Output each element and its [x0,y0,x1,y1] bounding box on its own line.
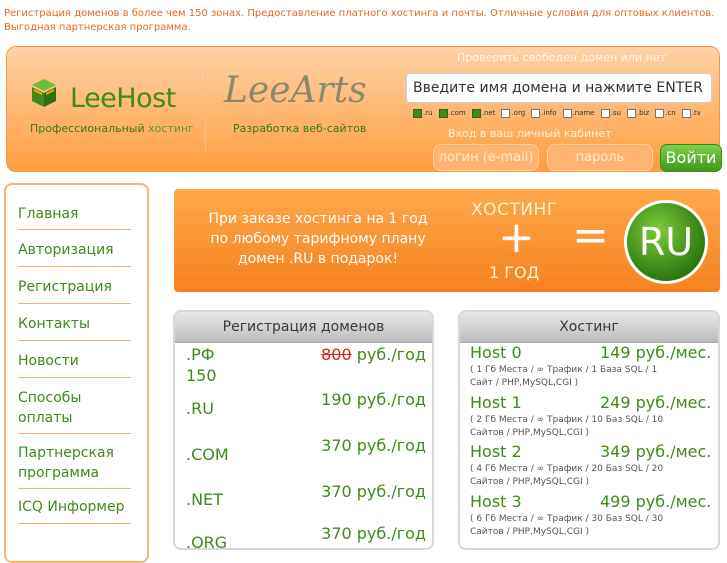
zone-option[interactable]: .org [501,108,525,119]
checkbox-icon[interactable] [438,108,448,118]
domain-name-ru[interactable]: .RU [186,399,214,418]
domain-old-price: 800 [321,345,352,364]
host-plan-name[interactable]: Host 2 [470,442,522,461]
host-plan-name[interactable]: Host 3 [470,492,522,511]
ru-ball-icon: RU [624,200,708,284]
domain-name-rf[interactable]: .РФ [186,345,215,364]
nav-item-home[interactable]: Главная [18,204,130,224]
domain-price-unit: руб./год [356,345,426,364]
login-input[interactable]: логин (e-mail) [433,144,539,171]
zone-label: .su [610,109,621,117]
domain-rf-extra: 150 [186,366,217,385]
zone-option[interactable]: .tv [681,108,701,119]
zone-label: .com [448,109,466,117]
host-plan-price: 149 руб./мес. [600,343,712,362]
checkbox-icon[interactable] [501,108,511,118]
zone-option[interactable]: .cn [655,108,676,119]
partner-logo[interactable]: LeeArts [224,70,367,111]
domain-search-input[interactable]: Введите имя домена и нажмите ENTER [406,73,712,103]
zone-label: .net [481,109,496,117]
domain-price-org: 370 руб./год [321,524,426,543]
login-label: Вход в ваш личный кабинет [448,127,612,140]
domain-price-net: 370 руб./год [321,482,426,501]
checkbox-icon[interactable] [681,108,691,118]
cube-logo-icon [32,79,56,107]
nav-item-news[interactable]: Новости [18,351,130,371]
site-tagline: Регистрация доменов в более чем 150 зона… [4,8,715,33]
nav-divider [18,229,131,230]
zone-label: .tv [691,109,701,117]
zone-label: .name [572,109,595,117]
hosting-panel-title: Хостинг [460,312,718,343]
host-plan-price: 499 руб./мес. [600,492,712,511]
domain-name-com[interactable]: .COM [186,445,229,464]
host-plan-name[interactable]: Host 0 [470,343,522,362]
header-divider [205,68,206,152]
slogan-host: хостинг [148,122,194,135]
nav-divider [18,377,131,378]
nav-divider [18,433,131,434]
host-plan-desc: ( 4 Гб Места / ∞ Трафик / 20 Баз SQL / 2… [470,464,664,487]
nav-item-auth[interactable]: Авторизация [18,240,130,260]
brand-logo[interactable]: LeeHost [70,83,176,114]
slogan-pro: Профессиональный [30,122,145,135]
promo-equals: = [572,210,609,261]
checkbox-icon[interactable] [626,108,636,118]
domain-name-org[interactable]: .ORG [186,533,227,552]
promo-text: При заказе хостинга на 1 год по любому т… [208,211,428,267]
checkbox-icon[interactable] [413,108,422,118]
nav-item-contacts[interactable]: Контакты [18,314,130,334]
nav-item-register[interactable]: Регистрация [18,277,130,297]
checkbox-icon[interactable] [655,108,665,118]
domain-check-label: Проверить свободен домен или нет [457,51,666,64]
nav-item-icq[interactable]: ICQ Информер [18,497,130,517]
zone-label: .cn [665,109,676,117]
zone-label: .ru [423,109,433,117]
nav-divider [18,303,131,304]
zone-label: .org [511,109,526,117]
nav-divider [18,266,131,267]
zone-option[interactable]: .info [531,108,557,119]
domains-panel-title: Регистрация доменов [175,312,432,343]
zone-option[interactable]: .name [562,108,595,119]
brand-slogan: Профессиональный хостинг [30,122,194,135]
checkbox-icon[interactable] [471,108,481,118]
nav-item-partner[interactable]: Партнерская программа [18,443,130,483]
promo-plus: + [498,212,535,263]
partner-slogan: Разработка веб-сайтов [233,122,367,135]
password-input[interactable]: пароль [547,144,653,171]
domain-price-ru: 190 руб./год [321,390,426,409]
host-plan-price: 249 руб./мес. [600,393,712,412]
domain-name-net[interactable]: .NET [186,490,223,509]
host-plan-desc: ( 6 Гб Места / ∞ Трафик / 30 Баз SQL / 3… [470,514,664,537]
zone-option[interactable]: .net [471,108,496,119]
login-button[interactable]: Войти [660,144,722,172]
nav-divider [18,488,131,489]
host-plan-name[interactable]: Host 1 [470,393,522,412]
host-plan-desc: ( 2 Гб Места / ∞ Трафик / 10 Баз SQL / 1… [470,415,664,438]
zone-option[interactable]: .com [438,108,466,119]
checkbox-icon[interactable] [600,108,610,118]
zone-option[interactable]: .biz [626,108,650,119]
zone-option[interactable]: .ru [413,108,433,119]
promo-year: 1 ГОД [489,263,540,282]
domain-price-com: 370 руб./год [321,436,426,455]
zone-label: .biz [636,109,650,117]
zone-label: .info [541,109,557,117]
host-plan-price: 349 руб./мес. [600,442,712,461]
checkbox-icon[interactable] [562,108,572,118]
nav-divider [18,340,131,341]
nav-divider [18,523,131,524]
zone-checkboxes: .ru .com .net .org .info .name .su .biz .cn .tv [413,108,713,119]
nav-item-payment[interactable]: Способы оплаты [18,388,136,428]
zone-option[interactable]: .su [600,108,621,119]
domain-price-rf: 800 руб./год [320,343,426,367]
checkbox-icon[interactable] [531,108,541,118]
host-plan-desc: ( 1 Гб Места / ∞ Трафик / 1 База SQL / 1… [470,365,658,388]
